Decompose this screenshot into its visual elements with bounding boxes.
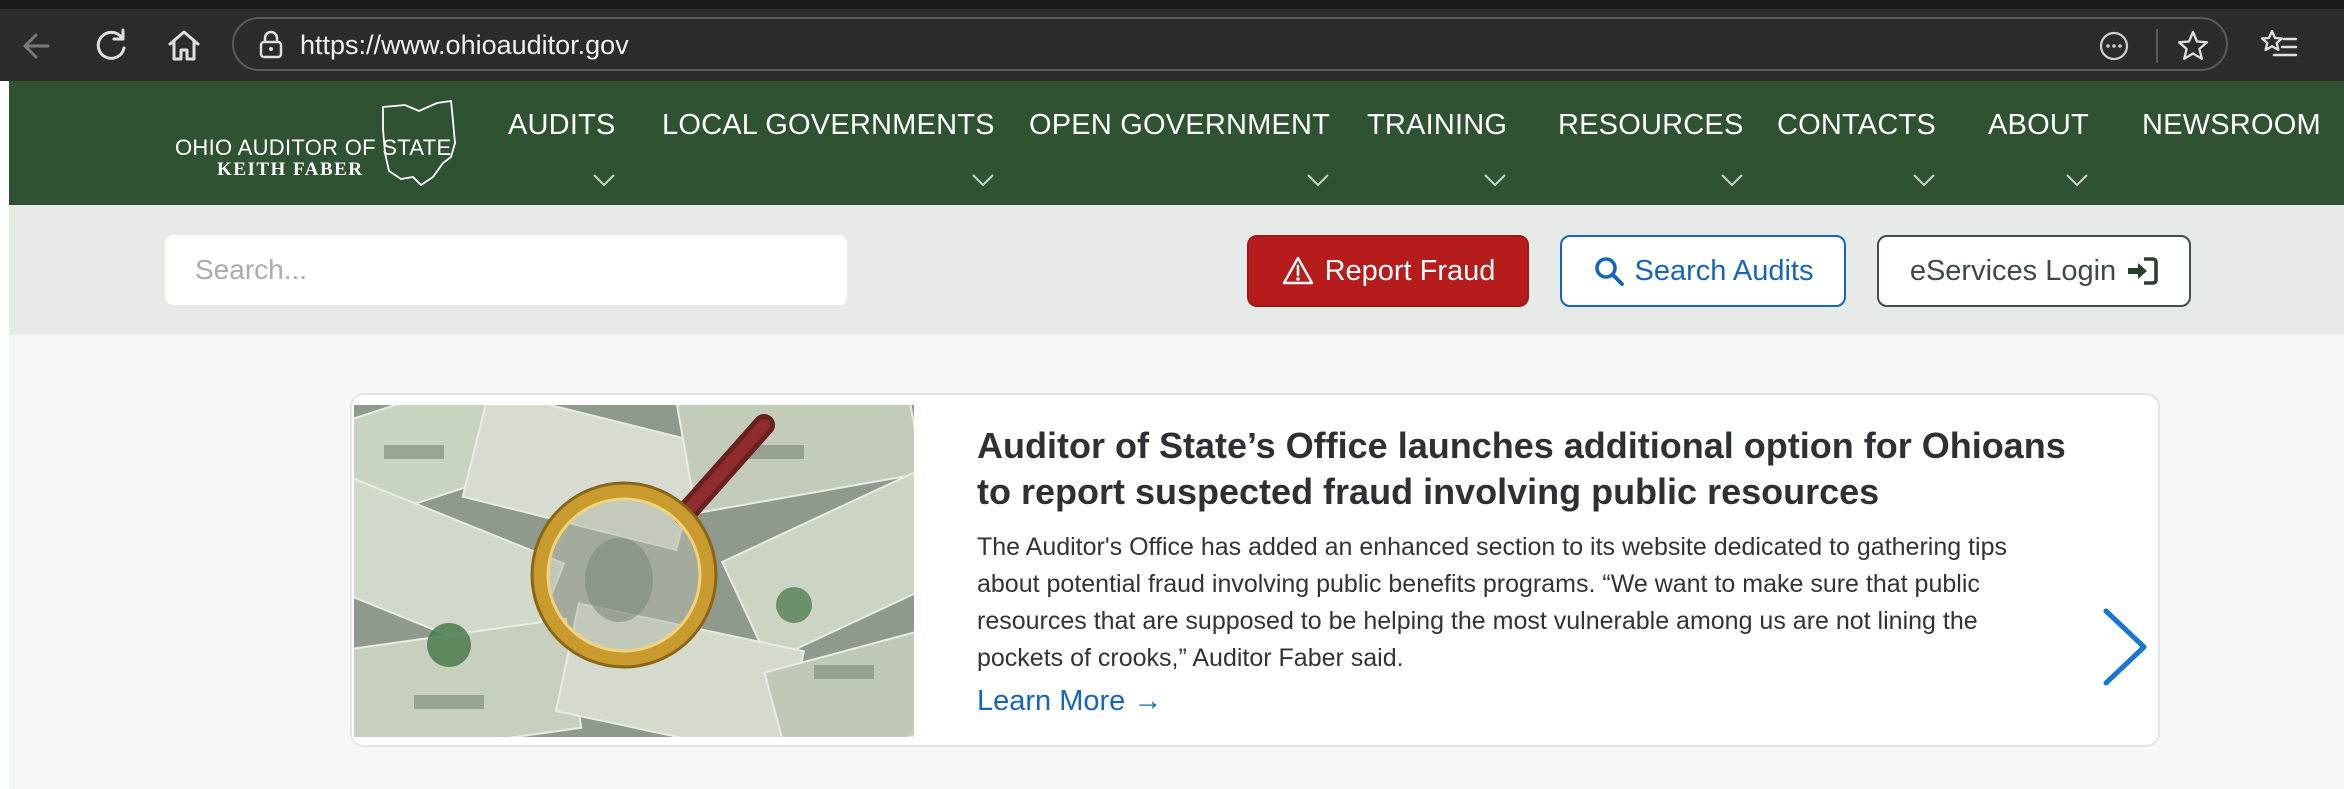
nav-item-training[interactable]: TRAINING (1367, 109, 1507, 199)
site-info-icon[interactable] (254, 28, 288, 62)
nav-item-label: CONTACTS (1777, 109, 1936, 141)
browser-toolbar: https://www.ohioauditor.gov (0, 0, 2344, 81)
back-icon[interactable] (14, 22, 62, 70)
nav-item-label: TRAINING (1367, 109, 1508, 141)
home-icon[interactable] (160, 22, 208, 70)
main-navigation: OHIO AUDITOR OF STATE KEITH FABER AUDITS… (9, 81, 2344, 205)
nav-item-local-governments[interactable]: LOCAL GOVERNMENTS (662, 109, 995, 199)
news-image (354, 405, 914, 737)
chevron-down-icon (1913, 174, 1935, 187)
news-carousel-card: Auditor of State’s Office launches addit… (350, 393, 2160, 747)
nav-item-label: OPEN GOVERNMENT (1029, 109, 1331, 141)
news-summary: The Auditor's Office has added an enhanc… (977, 533, 2007, 672)
nav-item-label: RESOURCES (1558, 109, 1744, 141)
nav-item-resources[interactable]: RESOURCES (1558, 109, 1744, 199)
nav-item-label: LOCAL GOVERNMENTS (662, 109, 995, 141)
chevron-down-icon (1307, 174, 1329, 187)
chevron-down-icon (971, 174, 994, 187)
search-audits-label: Search Audits (1634, 254, 1814, 287)
search-audits-button[interactable]: Search Audits (1560, 235, 1846, 307)
chevron-down-icon (592, 174, 615, 187)
logo-subtitle: KEITH FABER (217, 159, 364, 180)
favorite-star-icon[interactable] (2174, 27, 2212, 65)
utility-bar: Report Fraud Search Audits eServices Log… (9, 205, 2344, 335)
chevron-right-icon[interactable] (2096, 605, 2152, 689)
favorites-list-icon[interactable] (2256, 23, 2304, 71)
chevron-down-icon (1720, 174, 1743, 187)
logo-title: OHIO AUDITOR OF STATE (175, 135, 452, 160)
nav-item-newsroom[interactable]: NEWSROOM (2142, 109, 2321, 199)
nav-item-label: AUDITS (508, 109, 616, 141)
main-content: Auditor of State’s Office launches addit… (9, 335, 2344, 789)
learn-more-link[interactable]: Learn More → (977, 685, 1162, 718)
chevron-down-icon (1484, 174, 1506, 187)
nav-item-about[interactable]: ABOUT (1988, 109, 2089, 199)
site-logo[interactable]: OHIO AUDITOR OF STATE KEITH FABER (165, 99, 475, 189)
report-fraud-button[interactable]: Report Fraud (1247, 235, 1529, 307)
address-bar[interactable]: https://www.ohioauditor.gov (232, 17, 2228, 71)
eservices-login-label: eServices Login (1909, 254, 2117, 287)
url-text[interactable]: https://www.ohioauditor.gov (300, 30, 629, 61)
eservices-login-button[interactable]: eServices Login (1877, 235, 2191, 307)
address-divider (2156, 29, 2158, 63)
nav-item-contacts[interactable]: CONTACTS (1777, 109, 1936, 199)
nav-item-audits[interactable]: AUDITS (508, 109, 616, 199)
sign-in-icon (2128, 257, 2158, 285)
chevron-down-icon (2066, 174, 2088, 187)
nav-item-label: NEWSROOM (2142, 109, 2321, 141)
search-icon (1594, 257, 1624, 286)
warning-icon (1282, 256, 1313, 285)
tab-strip-edge (0, 0, 2344, 9)
nav-item-label: ABOUT (1988, 109, 2089, 141)
report-fraud-label: Report Fraud (1324, 254, 1496, 287)
news-headline[interactable]: Auditor of State’s Office launches addit… (977, 423, 2107, 515)
more-icon[interactable] (2096, 28, 2132, 64)
refresh-icon[interactable] (88, 22, 136, 70)
search-input[interactable] (165, 235, 847, 305)
nav-item-open-government[interactable]: OPEN GOVERNMENT (1029, 109, 1330, 199)
